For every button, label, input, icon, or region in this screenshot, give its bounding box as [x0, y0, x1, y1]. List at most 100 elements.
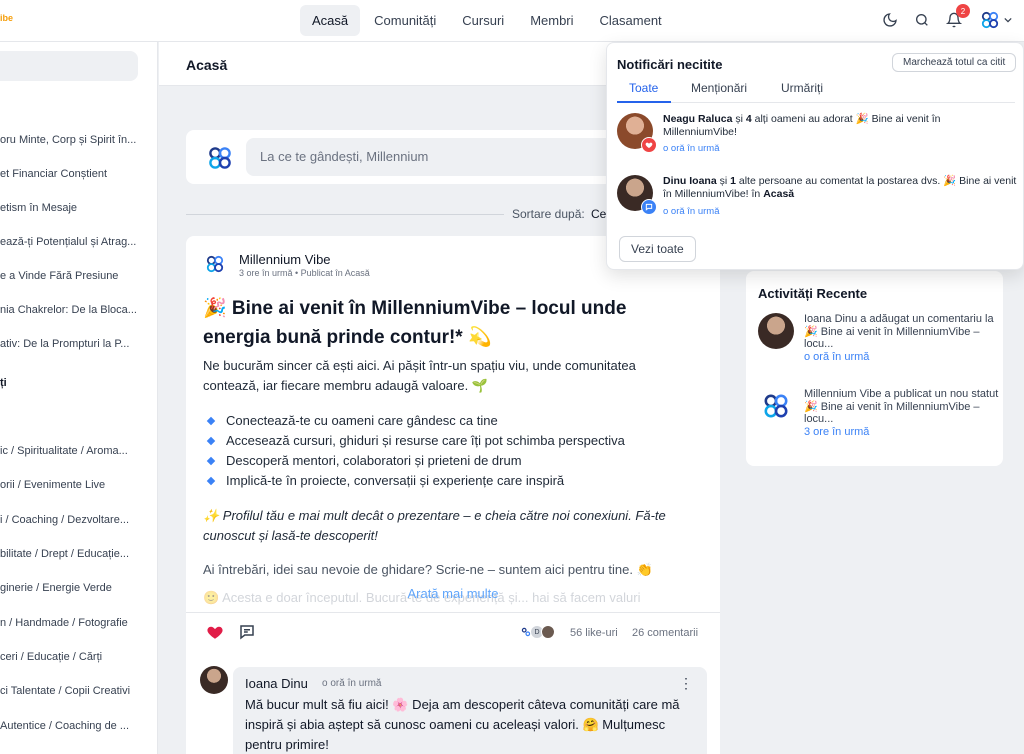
sidebar-course-item[interactable]: ează-ți Potențialul și Atrag... [0, 236, 150, 248]
notification-text: Neagu Raluca și 4 alți oameni au adorat … [663, 113, 1017, 138]
post-intro: Ne bucurăm sincer că ești aici. Ai pășit… [203, 358, 636, 393]
diamond-icon [206, 456, 216, 466]
page-title: Acasă [186, 57, 228, 73]
notification-joiner: și [716, 175, 731, 187]
likers-avatars[interactable]: D [519, 625, 555, 639]
brand-logo-fragment[interactable]: ibe [0, 13, 13, 23]
sidebar-category-item[interactable]: ci Talentate / Copii Creativi [0, 685, 150, 697]
bell-icon[interactable]: 2 [944, 4, 970, 30]
sidebar-category-item[interactable]: orii / Evenimente Live [0, 479, 150, 491]
post-title: 🎉 Bine ai venit în MillenniumVibe – locu… [203, 298, 627, 348]
sidebar-category-item[interactable]: n / Handmade / Fotografie [0, 617, 150, 629]
notifications-title: Notificări necitite [617, 57, 723, 72]
search-icon[interactable] [912, 10, 932, 30]
sidebar-course-item[interactable]: et Financiar Conștient [0, 168, 150, 180]
post-bullets: Conectează-te cu oameni care gândesc ca … [206, 411, 698, 491]
comment-author[interactable]: Ioana Dinu [245, 676, 308, 691]
recent-activity-card: Activități Recente Ioana Dinu a adăugat … [746, 271, 1003, 466]
tab-all[interactable]: Toate [629, 81, 658, 95]
post-author[interactable]: Millennium Vibe [239, 252, 331, 267]
top-bar: ibe Acasă Comunități Cursuri Membri Clas… [0, 0, 1024, 42]
tab-following[interactable]: Urmăriți [781, 81, 823, 95]
sidebar-search-input[interactable] [0, 51, 138, 81]
top-icons: 2 [880, 4, 1012, 34]
sidebar-category-item[interactable]: ceri / Educație / Cărți [0, 651, 150, 663]
list-item: Descoperă mentori, colaboratori și priet… [206, 451, 698, 471]
notification-tabs: Toate Menționări Urmăriți [617, 81, 1015, 103]
nav-communities[interactable]: Comunități [362, 5, 448, 36]
dark-mode-icon[interactable] [880, 10, 900, 30]
comment-bubble: Ioana Dinu o oră în urmă ⋮ Mă bucur mult… [233, 667, 707, 754]
sidebar-category-item[interactable]: bilitate / Drept / Educație... [0, 548, 150, 560]
sort-label: Sortare după: [512, 207, 585, 221]
bullet-text: Accesează cursuri, ghiduri și resurse ca… [226, 433, 625, 448]
sidebar-category-item[interactable]: ic / Spiritualitate / Aroma... [0, 445, 150, 457]
activity-avatar [758, 313, 794, 349]
nav-courses[interactable]: Cursuri [450, 5, 516, 36]
notification-joiner: și [732, 113, 746, 125]
activity-text: Ioana Dinu a adăugat un comentariu la 🎉 … [804, 313, 1000, 363]
comment-icon[interactable] [238, 623, 258, 643]
recent-activity-title: Activități Recente [758, 286, 868, 301]
sidebar-category-item[interactable]: i / Coaching / Dezvoltare... [0, 514, 150, 526]
activity-avatar [758, 388, 794, 424]
bullet-text: Conectează-te cu oameni care gândesc ca … [226, 413, 498, 428]
notification-text: Dinu Ioana și 1 alte persoane au comenta… [663, 175, 1017, 200]
main-nav: Acasă Comunități Cursuri Membri Clasamen… [300, 5, 674, 36]
left-sidebar: oru Minte, Corp și Spirit în... et Finan… [0, 42, 158, 754]
diamond-icon [206, 476, 216, 486]
comment-badge-icon [641, 199, 657, 215]
sidebar-course-item[interactable]: etism în Mesaje [0, 202, 150, 214]
nav-leaderboard[interactable]: Clasament [588, 5, 674, 36]
view-all-button[interactable]: Vezi toate [619, 236, 696, 262]
notification-place: Acasă [763, 187, 795, 200]
notification-badge: 2 [956, 4, 970, 18]
composer-avatar [204, 142, 236, 174]
comments-count[interactable]: 26 comentarii [632, 627, 698, 639]
divider [186, 214, 504, 215]
post-questions: Ai întrebări, idei sau nevoie de ghidare… [203, 562, 653, 577]
sort-dropdown[interactable]: Ce [591, 207, 606, 221]
show-more-link[interactable]: Arată mai multe [186, 586, 720, 601]
activity-time: 3 ore în urmă [804, 425, 870, 438]
activity-description: Ioana Dinu a adăugat un comentariu la 🎉 … [804, 313, 994, 350]
notification-actor: Dinu Ioana [663, 175, 717, 187]
post-actions: D 56 like-uri 26 comentarii [186, 612, 720, 652]
sidebar-course-item[interactable]: e a Vinde Fără Presiune [0, 270, 150, 282]
nav-members[interactable]: Membri [518, 5, 585, 36]
comment-avatar[interactable] [200, 666, 228, 694]
post-meta: 3 ore în urmă • Publicat în Acasă [239, 268, 370, 278]
user-avatar[interactable] [976, 6, 1004, 34]
mark-all-read-button[interactable]: Marchează totul ca citit [892, 53, 1017, 72]
heart-icon[interactable] [206, 623, 226, 643]
list-item: Implică-te în proiecte, conversații și e… [206, 471, 698, 491]
activity-description: Millennium Vibe a publicat un nou statut… [804, 388, 999, 425]
more-options-icon[interactable]: ⋮ [679, 675, 693, 692]
sidebar-category-item[interactable]: Autentice / Coaching de ... [0, 720, 150, 732]
comment: Ioana Dinu o oră în urmă ⋮ Mă bucur mult… [186, 656, 720, 754]
comment-text: Mă bucur mult să fiu aici! 🌸 Deja am des… [245, 697, 680, 752]
sidebar-section-heading: ți [0, 377, 7, 389]
notification-time: o oră în urmă [663, 206, 720, 217]
diamond-icon [206, 436, 216, 446]
sidebar-course-item[interactable]: oru Minte, Corp și Spirit în... [0, 134, 150, 146]
bullet-text: Descoperă mentori, colaboratori și priet… [226, 453, 522, 468]
bullet-text: Implică-te în proiecte, conversații și e… [226, 473, 565, 488]
active-tab-indicator [617, 101, 671, 103]
sidebar-course-item[interactable]: ativ: De la Prompturi la P... [0, 338, 150, 350]
nav-home[interactable]: Acasă [300, 5, 361, 36]
notifications-dropdown: Notificări necitite Marchează totul ca c… [606, 42, 1024, 270]
composer-input[interactable]: La ce te gândești, Millennium [246, 138, 626, 176]
sidebar-course-item[interactable]: nia Chakrelor: De la Bloca... [0, 304, 150, 316]
post-profile-note: ✨ Profilul tău e mai mult decât o prezen… [203, 508, 666, 543]
likes-count[interactable]: 56 like-uri [570, 627, 618, 639]
chevron-down-icon[interactable] [1004, 10, 1012, 30]
tab-mentions[interactable]: Menționări [691, 81, 747, 95]
comment-time: o oră în urmă [322, 678, 382, 689]
sidebar-category-item[interactable]: ginerie / Energie Verde [0, 582, 150, 594]
activity-time: o oră în urmă [804, 350, 870, 363]
post-card: Millennium Vibe 3 ore în urmă • Publicat… [186, 236, 720, 754]
notification-actor: Neagu Raluca [663, 113, 733, 125]
post-author-avatar[interactable] [203, 252, 227, 276]
list-item: Accesează cursuri, ghiduri și resurse ca… [206, 431, 698, 451]
